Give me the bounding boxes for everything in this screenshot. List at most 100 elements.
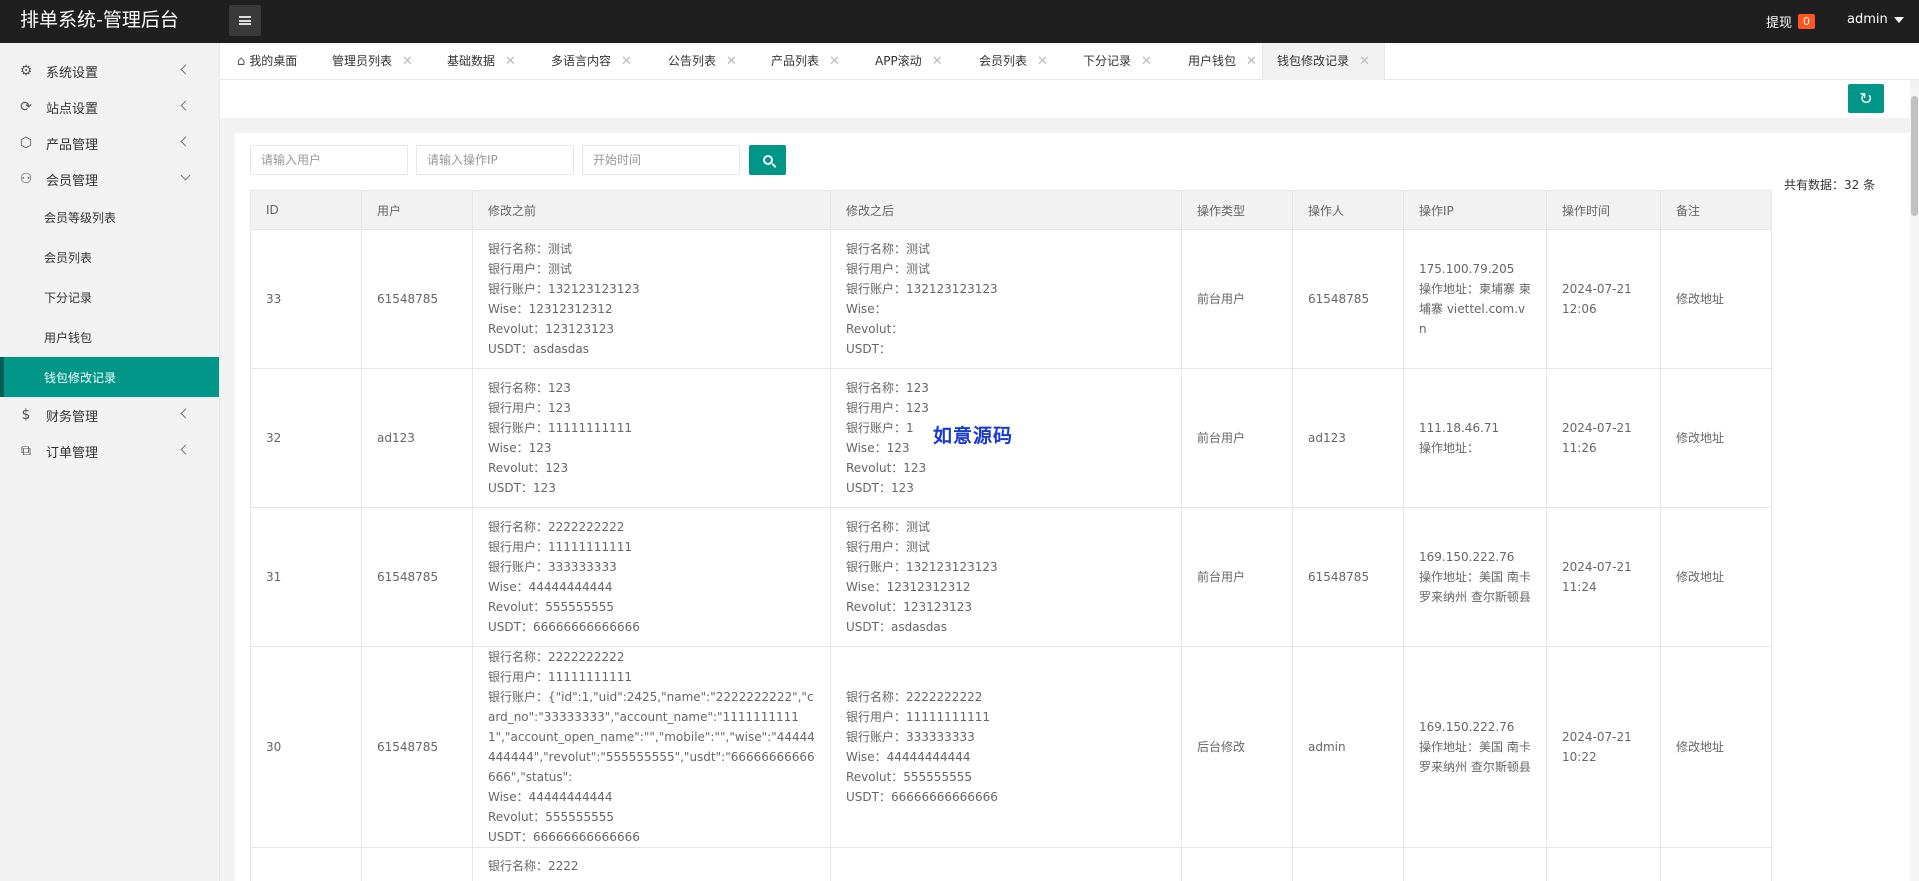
chevron-down-icon: [180, 170, 191, 181]
cell-line: 银行名称：2222222222: [488, 650, 625, 664]
box-icon: ⬡: [19, 135, 33, 151]
table-cell-ip: 111.18.46.71 操作地址：: [1403, 368, 1547, 508]
user-search-input[interactable]: [250, 145, 408, 175]
tab-9[interactable]: 用户钱包 ✕: [1188, 43, 1257, 80]
search-button[interactable]: [749, 145, 786, 175]
sidebar-item-5[interactable]: ⧉ 订单管理: [0, 433, 219, 469]
cell-line: USDT：123: [846, 481, 914, 495]
scrollbar-thumb[interactable]: [1911, 96, 1918, 216]
tab-label: 下分记录: [1083, 54, 1132, 68]
sidebar-item-3[interactable]: ⚇ 会员管理: [0, 161, 219, 197]
chevron-left-icon: [180, 100, 191, 111]
close-icon[interactable]: ✕: [1141, 43, 1152, 80]
sidebar-item-4[interactable]: $ 财务管理: [0, 397, 219, 433]
close-icon[interactable]: ✕: [829, 43, 840, 80]
column-header: 操作人: [1292, 190, 1404, 230]
gear-icon: ⚙: [19, 63, 33, 79]
cell-line: Revolut：: [846, 322, 904, 336]
column-header: ID: [250, 190, 362, 230]
ip-search-input[interactable]: [416, 145, 574, 175]
chevron-left-icon: [180, 408, 191, 419]
table-row: 31 61548785 银行名称：2222222222 银行用户：1111111111…: [250, 507, 1772, 647]
withdraw-link[interactable]: 提现 0: [1766, 12, 1816, 31]
close-icon[interactable]: ✕: [1037, 43, 1048, 80]
sidebar-subitem-0[interactable]: 会员等级列表: [0, 197, 219, 237]
cell-line: Wise：12312312312: [846, 580, 971, 594]
close-icon[interactable]: ✕: [932, 43, 943, 80]
table-row: 33 61548785 银行名称：测试 银行用户：测试 银行账户：13212312312…: [250, 229, 1772, 369]
cell-line: 银行名称：测试: [846, 242, 931, 256]
tab-6[interactable]: APP滚动 ✕: [875, 43, 943, 80]
sidebar-item-label: 会员管理: [46, 173, 99, 189]
tab-0[interactable]: ⌂ 我的桌面: [237, 43, 297, 80]
cell-line: 操作地址：美国 南卡罗来纳州 查尔斯顿县: [1419, 740, 1531, 774]
tab-label: 会员列表: [979, 54, 1028, 68]
tab-3[interactable]: 多语言内容 ✕: [551, 43, 632, 80]
tab-label: 管理员列表: [332, 54, 393, 68]
table-cell-after: [830, 847, 1182, 881]
sidebar-subitem-3[interactable]: 用户钱包: [0, 317, 219, 357]
sidebar-subitem-1[interactable]: 会员列表: [0, 237, 219, 277]
main-content: ↻ 共有数据：32 条 ID用户修改之前修改之后操作类型操作人操作IP操作时间备…: [220, 80, 1919, 881]
cell-line: 银行用户：测试: [846, 262, 931, 276]
tab-label: 我的桌面: [249, 54, 298, 68]
table-cell-type: 前台用户: [1181, 229, 1293, 369]
tab-label: 多语言内容: [551, 54, 612, 68]
table-cell-ip: 175.100.79.205 操作地址：柬埔寨 柬埔寨 viettel.com.v…: [1403, 229, 1547, 369]
table-cell-user: 61548785: [361, 646, 473, 848]
hamburger-icon: [239, 16, 251, 25]
cell-line: 银行账户：11111111111: [488, 421, 632, 435]
sidebar-subitem-4[interactable]: 钱包修改记录: [0, 357, 219, 397]
tab-8[interactable]: 下分记录 ✕: [1083, 43, 1152, 80]
close-icon[interactable]: ✕: [1246, 43, 1257, 80]
sidebar: ⚙ 系统设置 ⟳ 站点设置 ⬡ 产品管理 ⚇ 会员管理 会员等级列表 会员列表 下分记录 用户钱包 钱包…: [0, 43, 220, 881]
column-header: 修改之前: [472, 190, 831, 230]
chevron-left-icon: [180, 444, 191, 455]
table-cell-remark: [1660, 847, 1772, 881]
table-cell-before: 银行名称：2222: [472, 847, 831, 881]
cell-line: 银行用户：11111111111: [488, 540, 632, 554]
close-icon[interactable]: ✕: [726, 43, 737, 80]
app-title: 排单系统-管理后台: [20, 9, 179, 31]
table-cell-type: 前台用户: [1181, 368, 1293, 508]
cell-line: 银行账户：132123123123: [846, 282, 998, 296]
refresh-button[interactable]: ↻: [1848, 84, 1884, 113]
cell-line: Wise：12312312312: [488, 302, 613, 316]
watermark: 如意源码: [933, 425, 1014, 447]
sidebar-item-2[interactable]: ⬡ 产品管理: [0, 125, 219, 161]
cell-line: Revolut：123: [488, 461, 569, 475]
cell-line: 175.100.79.205: [1419, 262, 1515, 276]
tab-7[interactable]: 会员列表 ✕: [979, 43, 1048, 80]
sidebar-item-0[interactable]: ⚙ 系统设置: [0, 53, 219, 89]
tab-5[interactable]: 产品列表 ✕: [771, 43, 840, 80]
tab-10[interactable]: 钱包修改记录 ✕: [1262, 43, 1385, 80]
close-icon[interactable]: ✕: [402, 43, 413, 80]
wallet-log-table: ID 用户 修改之前 修改之后 操作类型 操作人 操作IP 操作时间 备注 33 61548785…: [250, 190, 1772, 881]
cell-line: USDT：66666666666666: [846, 790, 998, 804]
cell-line: 银行名称：2222222222: [488, 520, 625, 534]
close-icon[interactable]: ✕: [1359, 43, 1370, 80]
cell-line: 银行用户：测试: [488, 262, 573, 276]
tab-2[interactable]: 基础数据 ✕: [447, 43, 516, 80]
user-name: admin: [1847, 12, 1888, 27]
menu-toggle-button[interactable]: [229, 5, 261, 36]
table-cell-type: 后台修改: [1181, 646, 1293, 848]
table-cell-time: 2024-07-21 12:06: [1546, 229, 1661, 369]
sidebar-subitem-2[interactable]: 下分记录: [0, 277, 219, 317]
tab-1[interactable]: 管理员列表 ✕: [332, 43, 413, 80]
start-time-input[interactable]: [582, 145, 740, 175]
table-cell-time: 2024-07-21 11:26: [1546, 368, 1661, 508]
user-menu[interactable]: admin: [1847, 12, 1904, 27]
cell-line: USDT：66666666666666: [488, 620, 640, 634]
close-icon[interactable]: ✕: [505, 43, 516, 80]
cell-line: Wise：44444444444: [488, 790, 613, 804]
page-scrollbar[interactable]: [1910, 88, 1919, 881]
close-icon[interactable]: ✕: [621, 43, 632, 80]
cell-line: 银行账户：132123123123: [846, 560, 998, 574]
tab-4[interactable]: 公告列表 ✕: [668, 43, 737, 80]
table-cell-operator: 61548785: [1292, 229, 1404, 369]
table-cell-remark: 修改地址: [1660, 646, 1772, 848]
dollar-icon: $: [21, 407, 31, 423]
top-bar: 排单系统-管理后台 提现 0 admin: [0, 0, 1919, 43]
sidebar-item-1[interactable]: ⟳ 站点设置: [0, 89, 219, 125]
